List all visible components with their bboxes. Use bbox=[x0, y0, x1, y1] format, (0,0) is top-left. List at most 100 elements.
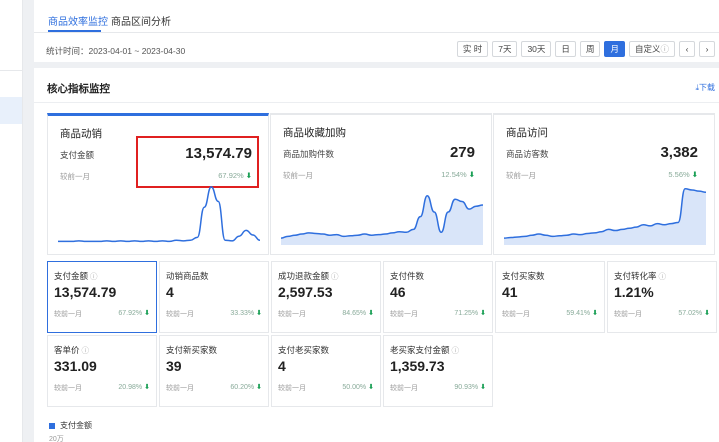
metric-card[interactable]: 支付件数 46 较前一月 71.25% ⬇ bbox=[383, 261, 493, 333]
metric-pct: 59.41% ⬇ bbox=[566, 309, 598, 317]
period-month-button[interactable]: 月 bbox=[604, 41, 625, 57]
metric-compare: 较前一月 bbox=[390, 311, 418, 318]
metric-label: 支付新买家数 bbox=[166, 344, 217, 356]
big-card-visit[interactable]: 商品访问 商品访客数 3,382 较前一月 5.56% ⬇ bbox=[493, 113, 715, 255]
metric-value: 2,597.53 bbox=[278, 284, 333, 300]
metric-value: 331.09 bbox=[54, 358, 97, 374]
big-card-label: 支付金额 bbox=[60, 150, 95, 160]
metric-label-text: 支付金额 bbox=[54, 271, 89, 281]
metric-label: 支付转化率 ⓘ bbox=[614, 270, 666, 282]
period-range: 2023-04-01 ~ 2023-04-30 bbox=[88, 46, 186, 56]
metric-label: 动销商品数 bbox=[166, 270, 209, 282]
arrow-down-icon: ⬇ bbox=[480, 384, 486, 391]
chart-legend: 支付金额 bbox=[49, 420, 92, 431]
metric-label-text: 成功退款金额 bbox=[278, 271, 330, 281]
pct-value: 20.98% bbox=[118, 384, 143, 391]
metric-card[interactable]: 支付转化率 ⓘ 1.21% 较前一月 57.02% ⬇ bbox=[607, 261, 717, 333]
metric-label-text: 老买家支付金额 bbox=[390, 345, 450, 355]
metric-compare: 较前一月 bbox=[502, 311, 530, 318]
sparkline-chart bbox=[504, 188, 706, 245]
help-icon: ⓘ bbox=[660, 44, 669, 54]
section-divider bbox=[34, 102, 719, 103]
metric-value: 4 bbox=[166, 284, 174, 300]
chevron-right-icon: › bbox=[705, 44, 709, 54]
core-metrics-panel: 核心指标监控 ⤓下载 商品动销 支付金额 13,574.79 较前一月 67.9… bbox=[34, 68, 719, 442]
pct-value: 90.93% bbox=[454, 384, 479, 391]
arrow-down-icon: ⬇ bbox=[704, 310, 710, 317]
metric-card[interactable]: 支付买家数 41 较前一月 59.41% ⬇ bbox=[495, 261, 605, 333]
next-period-button[interactable]: › bbox=[699, 41, 715, 57]
period-7d-button[interactable]: 7天 bbox=[492, 41, 518, 57]
pct-value: 50.00% bbox=[342, 384, 367, 391]
legend-swatch bbox=[49, 422, 55, 429]
prev-period-button[interactable]: ‹ bbox=[679, 41, 695, 57]
pct-value: 5.56% bbox=[668, 170, 690, 179]
metric-pct: 20.98% ⬇ bbox=[118, 383, 150, 391]
arrow-down-icon: ⬇ bbox=[256, 310, 262, 317]
metric-card[interactable]: 动销商品数 4 较前一月 33.33% ⬇ bbox=[159, 261, 269, 333]
metric-card[interactable]: 支付老买家数 4 较前一月 50.00% ⬇ bbox=[271, 335, 381, 407]
pct-value: 71.25% bbox=[454, 310, 479, 317]
metric-label-text: 支付老买家数 bbox=[278, 345, 330, 355]
legend-label: 支付金额 bbox=[60, 421, 92, 430]
arrow-down-icon: ⬇ bbox=[256, 384, 262, 391]
metric-card[interactable]: 支付新买家数 39 较前一月 60.20% ⬇ bbox=[159, 335, 269, 407]
help-icon[interactable]: ⓘ bbox=[331, 272, 339, 281]
pct-value: 84.65% bbox=[342, 310, 367, 317]
metric-label-text: 支付买家数 bbox=[502, 271, 545, 281]
period-day-button[interactable]: 日 bbox=[555, 41, 576, 57]
metric-pct: 57.02% ⬇ bbox=[678, 309, 710, 317]
metric-card[interactable]: 成功退款金额 ⓘ 2,597.53 较前一月 84.65% ⬇ bbox=[271, 261, 381, 333]
metric-pct: 90.93% ⬇ bbox=[454, 383, 486, 391]
metric-value: 1.21% bbox=[614, 284, 654, 300]
big-card-sales[interactable]: 商品动销 支付金额 13,574.79 较前一月 67.92% ⬇ bbox=[47, 113, 269, 255]
metric-card[interactable]: 支付金额 ⓘ 13,574.79 较前一月 67.92% ⬇ bbox=[47, 261, 157, 333]
help-icon[interactable]: ⓘ bbox=[659, 272, 667, 281]
metric-compare: 较前一月 bbox=[278, 311, 306, 318]
big-card-title: 商品收藏加购 bbox=[283, 127, 346, 139]
sparkline-line bbox=[58, 186, 260, 243]
metric-value: 41 bbox=[502, 284, 518, 300]
big-card-title: 商品访问 bbox=[506, 127, 548, 139]
period-30d-button[interactable]: 30天 bbox=[521, 41, 552, 57]
download-link[interactable]: ⤓下载 bbox=[695, 82, 715, 93]
tab-divider bbox=[34, 32, 719, 33]
metric-value: 13,574.79 bbox=[54, 284, 117, 300]
metric-value: 1,359.73 bbox=[390, 358, 445, 374]
tab-efficiency-monitor[interactable]: 商品效率监控 bbox=[48, 13, 108, 28]
metric-label: 支付件数 bbox=[390, 270, 424, 282]
help-icon[interactable]: ⓘ bbox=[452, 346, 460, 355]
help-icon[interactable]: ⓘ bbox=[82, 346, 90, 355]
arrow-down-icon: ⬇ bbox=[368, 310, 374, 317]
period-custom-button[interactable]: 自定义ⓘ bbox=[628, 41, 675, 57]
metric-compare: 较前一月 bbox=[166, 311, 194, 318]
metric-label-text: 动销商品数 bbox=[166, 271, 209, 281]
top-bar: 商品效率监控 商品区间分析 统计时间：2023-04-01 ~ 2023-04-… bbox=[34, 0, 719, 62]
big-card-label: 商品访客数 bbox=[506, 149, 549, 159]
pct-value: 57.02% bbox=[678, 310, 703, 317]
metric-card[interactable]: 客单价 ⓘ 331.09 较前一月 20.98% ⬇ bbox=[47, 335, 157, 407]
metric-label-text: 支付转化率 bbox=[614, 271, 657, 281]
sparkline-area bbox=[58, 187, 260, 246]
stat-period: 统计时间：2023-04-01 ~ 2023-04-30 bbox=[46, 46, 186, 56]
sparkline-chart bbox=[58, 186, 260, 246]
metric-compare: 较前一月 bbox=[390, 385, 418, 392]
pct-value: 59.41% bbox=[566, 310, 591, 317]
big-card-collect[interactable]: 商品收藏加购 商品加购件数 279 较前一月 12.54% ⬇ bbox=[270, 113, 492, 255]
metric-label-text: 客单价 bbox=[54, 345, 80, 355]
metric-value: 39 bbox=[166, 358, 182, 374]
tab-range-analysis[interactable]: 商品区间分析 bbox=[111, 13, 171, 28]
metric-compare: 较前一月 bbox=[54, 311, 82, 318]
period-realtime-button[interactable]: 实 时 bbox=[456, 41, 489, 57]
big-card-label: 商品加购件数 bbox=[283, 149, 335, 159]
help-icon[interactable]: ⓘ bbox=[90, 272, 98, 281]
metric-label: 支付老买家数 bbox=[278, 344, 329, 356]
period-selector: 实 时 7天 30天 日 周 月 自定义ⓘ ‹ › bbox=[456, 41, 715, 57]
period-week-button[interactable]: 周 bbox=[579, 41, 601, 57]
metric-pct: 71.25% ⬇ bbox=[454, 309, 486, 317]
pct-value: 60.20% bbox=[230, 384, 255, 391]
metric-value: 4 bbox=[278, 358, 286, 374]
custom-label: 自定义 bbox=[634, 44, 661, 54]
metric-card[interactable]: 老买家支付金额 ⓘ 1,359.73 较前一月 90.93% ⬇ bbox=[383, 335, 493, 407]
nav-item-selected[interactable] bbox=[0, 97, 22, 124]
